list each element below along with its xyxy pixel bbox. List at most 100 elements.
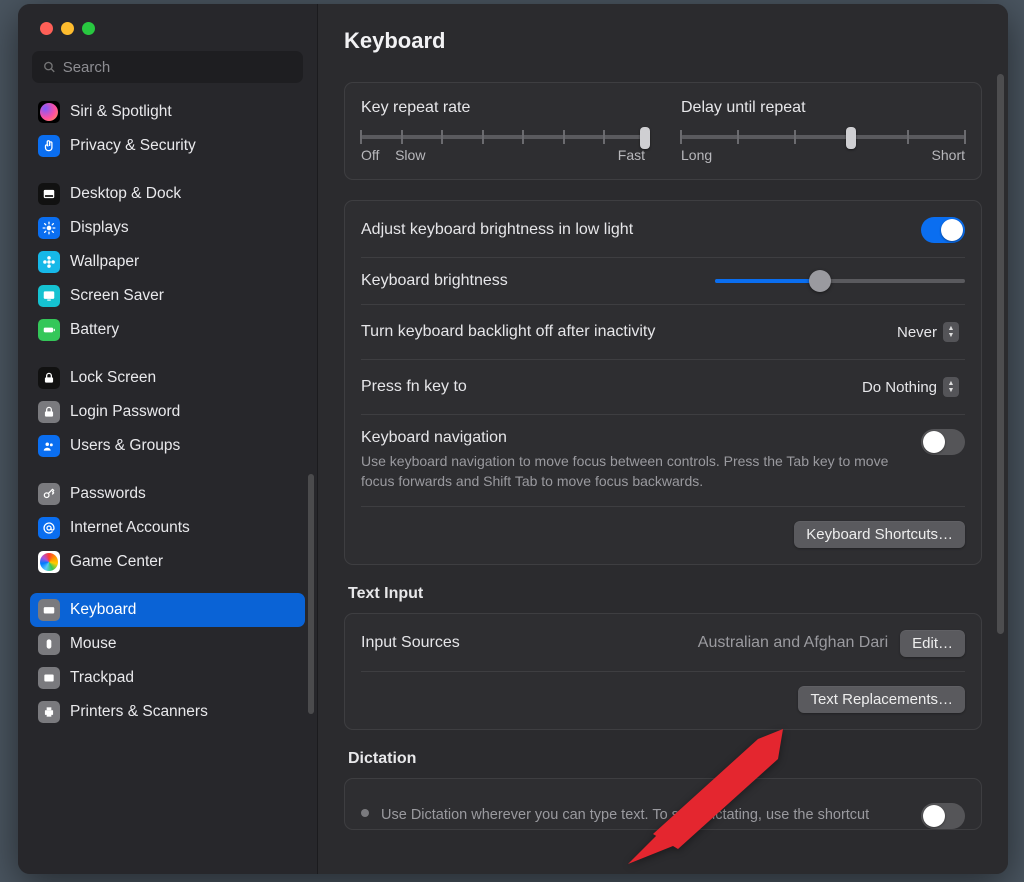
at-icon: [38, 517, 60, 539]
sidebar-item-trackpad[interactable]: Trackpad: [30, 661, 305, 695]
mouse-icon: [38, 633, 60, 655]
bullet-icon: [361, 809, 369, 817]
input-sources-edit-button[interactable]: Edit…: [900, 630, 965, 657]
dictation-panel: Use Dictation wherever you can type text…: [344, 778, 982, 830]
users-icon: [38, 435, 60, 457]
key-repeat-rate-slider[interactable]: [361, 135, 645, 139]
dock-icon: [38, 183, 60, 205]
delay-until-repeat-label: Delay until repeat: [681, 99, 965, 117]
search-icon: [42, 59, 57, 75]
delay-until-repeat-slider[interactable]: [681, 135, 965, 139]
sidebar-item-label: Lock Screen: [70, 369, 156, 387]
sidebar-item-printers-scanners[interactable]: Printers & Scanners: [30, 695, 305, 729]
search-input[interactable]: [63, 59, 293, 76]
printer-icon: [38, 701, 60, 723]
battery-icon: [38, 319, 60, 341]
close-window-button[interactable]: [40, 22, 53, 35]
text-replacements-row: Text Replacements…: [361, 671, 965, 713]
sidebar-item-login-password[interactable]: Login Password: [30, 395, 305, 429]
dictation-toggle[interactable]: [921, 803, 965, 829]
delay-long-label: Long: [681, 147, 712, 163]
sidebar-item-displays[interactable]: Displays: [30, 211, 305, 245]
search-field[interactable]: [32, 51, 303, 83]
system-settings-window: Siri & Spotlight Privacy & Security Deskto…: [18, 4, 1008, 874]
repeat-slow-label: Slow: [395, 147, 425, 163]
sidebar-item-label: Internet Accounts: [70, 519, 190, 537]
keyboard-shortcuts-button[interactable]: Keyboard Shortcuts…: [794, 521, 965, 548]
auto-brightness-label: Adjust keyboard brightness in low light: [361, 221, 633, 239]
sidebar: Siri & Spotlight Privacy & Security Deskto…: [18, 4, 318, 874]
sidebar-item-game-center[interactable]: Game Center: [30, 545, 305, 579]
fn-key-label: Press fn key to: [361, 378, 467, 396]
shortcuts-button-row: Keyboard Shortcuts…: [361, 506, 965, 548]
input-sources-value: Australian and Afghan Dari: [698, 634, 888, 652]
backlight-off-row: Turn keyboard backlight off after inacti…: [361, 304, 965, 359]
sidebar-item-label: Passwords: [70, 485, 146, 503]
sidebar-item-label: Battery: [70, 321, 119, 339]
fn-key-select[interactable]: Do Nothing ▲▼: [852, 374, 965, 400]
maximize-window-button[interactable]: [82, 22, 95, 35]
keyboard-navigation-desc: Use keyboard navigation to move focus be…: [361, 451, 921, 492]
sidebar-item-label: Screen Saver: [70, 287, 164, 305]
repeat-panel: Key repeat rate Off Slow Fast Delay unti…: [344, 82, 982, 180]
sidebar-item-label: Users & Groups: [70, 437, 180, 455]
sidebar-item-screen-saver[interactable]: Screen Saver: [30, 279, 305, 313]
page-title: Keyboard: [344, 28, 982, 54]
screen-icon: [38, 285, 60, 307]
text-replacements-button[interactable]: Text Replacements…: [798, 686, 965, 713]
sidebar-item-label: Wallpaper: [70, 253, 139, 271]
delay-until-repeat-block: Delay until repeat Long Short: [681, 99, 965, 163]
input-sources-row: Input Sources Australian and Afghan Dari…: [361, 630, 965, 671]
key-icon: [38, 483, 60, 505]
keyboard-navigation-toggle[interactable]: [921, 429, 965, 455]
siri-icon: [38, 101, 60, 123]
lock-icon: [38, 367, 60, 389]
content-scrollbar[interactable]: [997, 74, 1004, 634]
sidebar-item-wallpaper[interactable]: Wallpaper: [30, 245, 305, 279]
search-wrapper: [18, 35, 317, 93]
sidebar-item-label: Game Center: [70, 553, 163, 571]
backlight-off-label: Turn keyboard backlight off after inacti…: [361, 323, 655, 341]
flower-icon: [38, 251, 60, 273]
sidebar-item-label: Siri & Spotlight: [70, 103, 172, 121]
sidebar-nav[interactable]: Siri & Spotlight Privacy & Security Deskto…: [18, 93, 317, 874]
sidebar-item-siri-spotlight[interactable]: Siri & Spotlight: [30, 95, 305, 129]
sidebar-item-label: Mouse: [70, 635, 117, 653]
sidebar-item-desktop-dock[interactable]: Desktop & Dock: [30, 177, 305, 211]
sidebar-item-label: Displays: [70, 219, 129, 237]
sidebar-item-internet-accounts[interactable]: Internet Accounts: [30, 511, 305, 545]
sidebar-item-privacy-security[interactable]: Privacy & Security: [30, 129, 305, 163]
key-repeat-rate-block: Key repeat rate Off Slow Fast: [361, 99, 645, 163]
keyboard-navigation-row: Keyboard navigation Use keyboard navigat…: [361, 414, 965, 506]
repeat-off-label: Off: [361, 147, 379, 163]
sidebar-item-passwords[interactable]: Passwords: [30, 477, 305, 511]
stepper-icon: ▲▼: [943, 377, 959, 397]
sidebar-item-mouse[interactable]: Mouse: [30, 627, 305, 661]
dictation-row: Use Dictation wherever you can type text…: [361, 795, 965, 829]
minimize-window-button[interactable]: [61, 22, 74, 35]
sidebar-item-label: Desktop & Dock: [70, 185, 181, 203]
text-input-heading: Text Input: [348, 585, 982, 603]
brightness-panel: Adjust keyboard brightness in low light …: [344, 200, 982, 565]
auto-brightness-row: Adjust keyboard brightness in low light: [361, 217, 965, 257]
stepper-icon: ▲▼: [943, 322, 959, 342]
sidebar-item-label: Printers & Scanners: [70, 703, 208, 721]
sidebar-item-label: Keyboard: [70, 601, 136, 619]
content-area: Keyboard Key repeat rate Off Slow Fast: [318, 4, 1008, 874]
sidebar-scrollbar[interactable]: [308, 474, 314, 714]
sidebar-item-users-groups[interactable]: Users & Groups: [30, 429, 305, 463]
sidebar-item-battery[interactable]: Battery: [30, 313, 305, 347]
keyboard-icon: [38, 599, 60, 621]
fn-key-row: Press fn key to Do Nothing ▲▼: [361, 359, 965, 414]
auto-brightness-toggle[interactable]: [921, 217, 965, 243]
sidebar-item-label: Trackpad: [70, 669, 134, 687]
sidebar-item-lock-screen[interactable]: Lock Screen: [30, 361, 305, 395]
input-sources-label: Input Sources: [361, 634, 460, 652]
sidebar-item-label: Login Password: [70, 403, 180, 421]
sidebar-item-keyboard[interactable]: Keyboard: [30, 593, 305, 627]
backlight-off-select[interactable]: Never ▲▼: [887, 319, 965, 345]
keyboard-brightness-slider[interactable]: [715, 279, 965, 283]
pwlock-icon: [38, 401, 60, 423]
keyboard-brightness-label: Keyboard brightness: [361, 272, 508, 290]
window-traffic-lights: [18, 4, 317, 35]
